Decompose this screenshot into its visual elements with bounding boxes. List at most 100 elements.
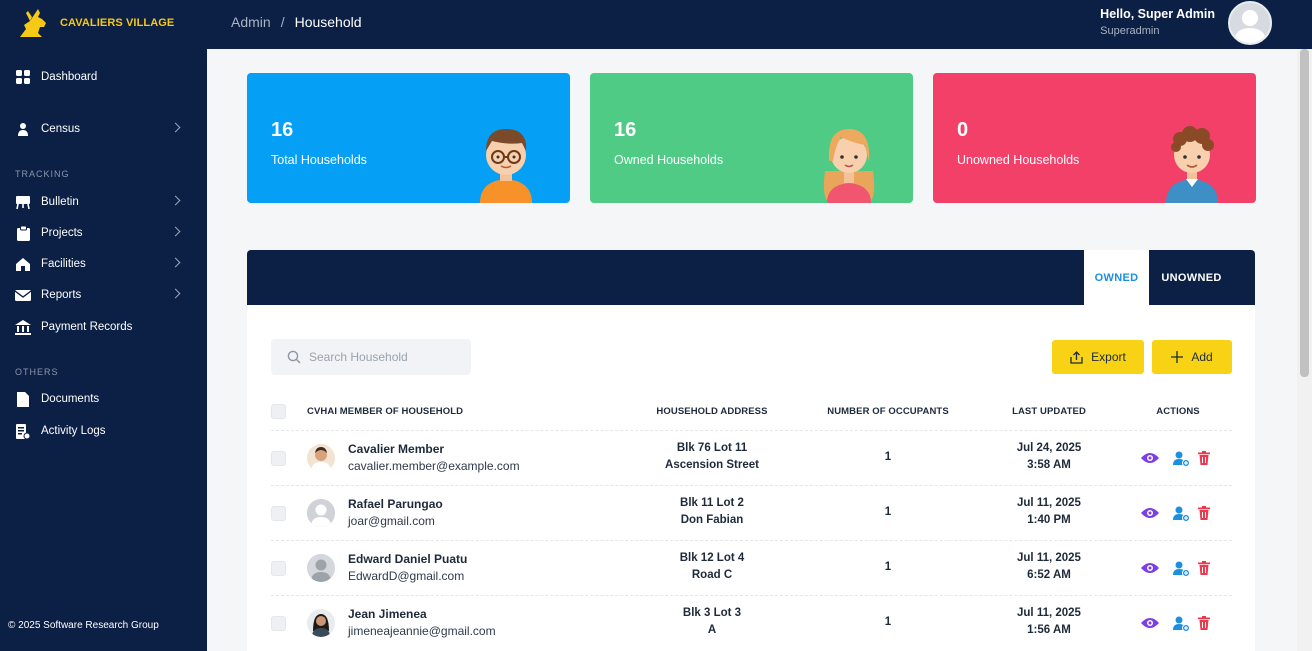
sidebar-item-reports[interactable]: Reports	[0, 282, 207, 308]
member-email: cavalier.member@example.com	[348, 459, 520, 473]
sidebar-item-projects[interactable]: Projects	[0, 220, 207, 246]
brand-logo[interactable]: CAVALIERS VILLAGE	[16, 4, 174, 42]
chevron-right-icon	[170, 257, 181, 268]
breadcrumb-root[interactable]: Admin	[231, 14, 271, 30]
sidebar-item-bulletin[interactable]: Bulletin	[0, 189, 207, 215]
member-name: Edward Daniel Puatu	[348, 552, 468, 566]
view-eye-icon[interactable]	[1141, 449, 1159, 467]
sidebar-item-label: Documents	[41, 393, 100, 405]
tab-owned[interactable]: OWNED	[1084, 250, 1149, 305]
search-icon	[287, 350, 301, 364]
row-checkbox[interactable]	[271, 451, 286, 466]
column-header-address[interactable]: HOUSEHOLD ADDRESS	[632, 406, 792, 417]
member-email: EdwardD@gmail.com	[348, 569, 465, 583]
add-occupant-icon[interactable]	[1172, 614, 1190, 632]
delete-trash-icon[interactable]	[1195, 559, 1213, 577]
updated-date: Jul 11, 2025	[1017, 497, 1081, 509]
stat-label: Total Households	[271, 153, 367, 167]
occupant-count: 1	[884, 616, 892, 628]
clipboard-icon	[15, 225, 31, 241]
table-row[interactable]: Rafael Parungao joar@gmail.com Blk 11 Lo…	[247, 485, 1255, 540]
member-avatar	[307, 444, 335, 472]
stat-label: Owned Households	[614, 153, 724, 167]
last-updated: Jul 11, 2025 1:40 PM	[969, 495, 1129, 529]
household-address: Blk 76 Lot 11 Ascension Street	[632, 440, 792, 474]
add-label: Add	[1191, 350, 1213, 364]
select-all-checkbox[interactable]	[271, 404, 286, 419]
column-header-occupants[interactable]: NUMBER OF OCCUPANTS	[808, 406, 968, 417]
log-icon	[15, 423, 31, 439]
export-button[interactable]: Export	[1052, 340, 1144, 374]
stat-value: 16	[271, 119, 294, 141]
sidebar-item-dashboard[interactable]: Dashboard	[0, 64, 207, 90]
household-address: Blk 12 Lot 4 Road C	[632, 550, 792, 584]
member-avatar	[307, 554, 335, 582]
address-line: Blk 76 Lot 11	[676, 442, 748, 454]
row-checkbox[interactable]	[271, 616, 286, 631]
table-row[interactable]: Jean Jimenea jimeneajeannie@gmail.com Bl…	[247, 595, 1255, 650]
view-eye-icon[interactable]	[1141, 504, 1159, 522]
add-button[interactable]: Add	[1152, 340, 1232, 374]
delete-trash-icon[interactable]	[1195, 614, 1213, 632]
envelope-icon	[15, 287, 31, 303]
export-icon	[1070, 350, 1083, 364]
updated-date: Jul 24, 2025	[1016, 442, 1082, 454]
add-occupant-icon[interactable]	[1172, 449, 1190, 467]
sidebar-item-label: Census	[41, 123, 80, 135]
breadcrumb-separator: /	[280, 14, 285, 30]
delete-trash-icon[interactable]	[1195, 449, 1213, 467]
sidebar-item-payment-records[interactable]: Payment Records	[0, 314, 207, 340]
person-icon	[15, 121, 31, 137]
row-checkbox[interactable]	[271, 506, 286, 521]
sidebar-item-label: Bulletin	[41, 196, 79, 208]
sidebar-item-facilities[interactable]: Facilities	[0, 251, 207, 277]
export-label: Export	[1091, 350, 1126, 364]
address-line: Blk 12 Lot 4	[679, 552, 745, 564]
address-line: Blk 11 Lot 2	[680, 497, 744, 509]
chevron-right-icon	[170, 226, 181, 237]
add-occupant-icon[interactable]	[1172, 559, 1190, 577]
bank-icon	[15, 319, 31, 335]
sidebar-item-census[interactable]: Census	[0, 116, 207, 142]
column-header-updated[interactable]: LAST UPDATED	[969, 406, 1129, 417]
household-address: Blk 11 Lot 2 Don Fabian	[632, 495, 792, 529]
chevron-right-icon	[170, 195, 181, 206]
plus-icon	[1171, 351, 1184, 363]
delete-trash-icon[interactable]	[1195, 504, 1213, 522]
table-row[interactable]: Cavalier Member cavalier.member@example.…	[247, 430, 1255, 485]
user-greeting: Hello, Super Admin	[1100, 7, 1215, 21]
tab-unowned[interactable]: UNOWNED	[1149, 250, 1234, 305]
easel-icon	[15, 194, 31, 210]
dashboard-grid-icon	[15, 69, 31, 85]
search-input[interactable]	[309, 350, 469, 364]
table-row[interactable]: Edward Daniel Puatu EdwardD@gmail.com Bl…	[247, 540, 1255, 595]
user-avatar[interactable]	[1228, 1, 1272, 45]
row-checkbox[interactable]	[271, 561, 286, 576]
add-occupant-icon[interactable]	[1172, 504, 1190, 522]
cavalier-horse-icon	[20, 9, 46, 37]
column-header-member[interactable]: CVHAI MEMBER OF HOUSEHOLD	[307, 406, 463, 417]
occupant-count: 1	[884, 506, 892, 518]
view-eye-icon[interactable]	[1141, 559, 1159, 577]
scrollbar-thumb[interactable]	[1300, 49, 1309, 377]
page-scrollbar[interactable]	[1297, 49, 1312, 651]
stat-label: Unowned Households	[957, 153, 1080, 167]
member-name: Cavalier Member	[348, 442, 445, 456]
stat-card-total: 16 Total Households	[247, 73, 570, 203]
member-name: Rafael Parungao	[348, 497, 443, 511]
brand-name: CAVALIERS VILLAGE	[60, 17, 175, 29]
building-icon	[15, 256, 31, 272]
sidebar-item-label: Facilities	[41, 258, 86, 270]
household-panel: OWNED UNOWNED Export Add CVHAI MEMBER OF…	[247, 250, 1255, 651]
column-header-actions: ACTIONS	[1156, 406, 1200, 417]
address-street: Ascension Street	[665, 459, 759, 471]
member-avatar	[307, 609, 335, 637]
stat-card-unowned: 0 Unowned Households	[933, 73, 1256, 203]
sidebar-item-activity-logs[interactable]: Activity Logs	[0, 418, 207, 444]
sidebar-item-documents[interactable]: Documents	[0, 386, 207, 412]
view-eye-icon[interactable]	[1141, 614, 1159, 632]
updated-time: 3:58 AM	[1027, 459, 1071, 471]
address-line: Blk 3 Lot 3	[682, 607, 742, 619]
topbar: Admin / Household Hello, Super Admin Sup…	[207, 0, 1312, 49]
address-street: A	[707, 624, 717, 636]
